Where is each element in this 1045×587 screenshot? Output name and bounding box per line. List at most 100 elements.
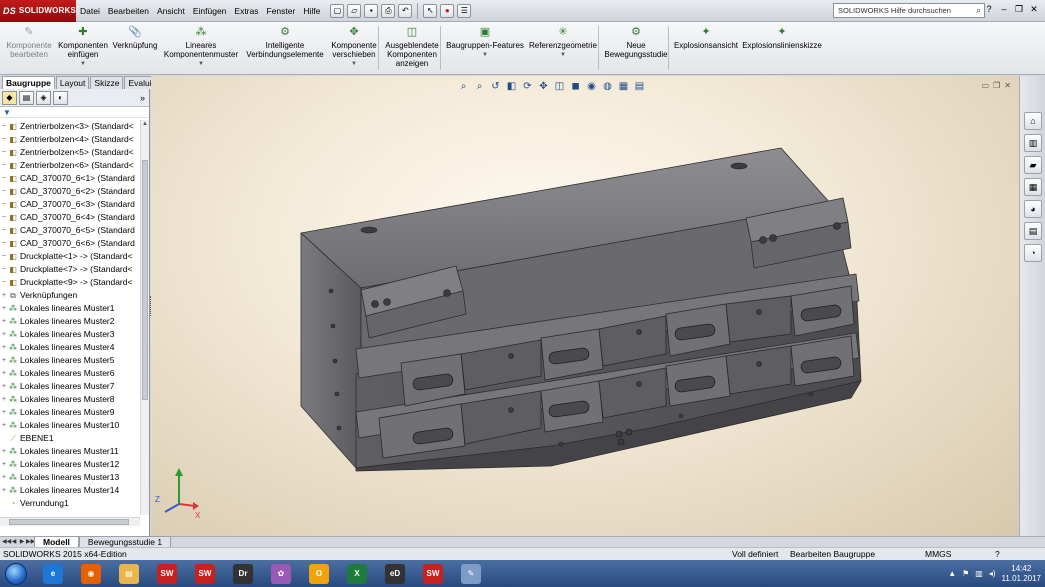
tab-modell[interactable]: Modell xyxy=(34,536,79,547)
tree-item[interactable]: − ◧ CAD_370070_6<3> (Standard xyxy=(0,198,140,211)
minimize-icon[interactable]: – xyxy=(999,4,1009,15)
taskbar-app-4[interactable]: SW xyxy=(188,561,222,586)
tree-item[interactable]: + ⁂ Lokales lineares Muster3 xyxy=(0,328,140,341)
clock[interactable]: 14:42 11.01.2017 xyxy=(1002,564,1041,584)
menu-einfuegen[interactable]: Einfügen xyxy=(189,0,231,22)
dropdown-arrow-icon[interactable]: ▼ xyxy=(198,60,204,69)
expand-icon[interactable]: + xyxy=(0,458,8,471)
options-icon[interactable]: ☰ xyxy=(457,3,472,18)
tab-layout[interactable]: Layout xyxy=(55,76,90,89)
appearances-icon[interactable]: ◕ xyxy=(1024,200,1042,218)
tree-item[interactable]: + ⁂ Lokales lineares Muster5 xyxy=(0,354,140,367)
tree-item[interactable]: + ⁂ Lokales lineares Muster4 xyxy=(0,341,140,354)
tree-item[interactable]: − ◧ Druckplatte<9> -> (Standard< xyxy=(0,276,140,289)
tree-item[interactable]: − ◧ CAD_370070_6<2> (Standard xyxy=(0,185,140,198)
tree-item[interactable]: + ⁂ Lokales lineares Muster9 xyxy=(0,406,140,419)
taskbar-app-2[interactable]: ▤ xyxy=(112,561,146,586)
expand-icon[interactable]: + xyxy=(0,315,8,328)
menu-datei[interactable]: Datei xyxy=(76,0,104,22)
tab-last-icon[interactable]: ▶▶ xyxy=(26,537,35,547)
scroll-up-icon[interactable]: ▲ xyxy=(141,120,149,129)
taskbar-app-0[interactable]: e xyxy=(36,561,70,586)
tab-bewegungsstudie[interactable]: Bewegungsstudie 1 xyxy=(78,536,172,547)
assembly-features-button[interactable]: ▣ Baugruppen-Features ▼ xyxy=(445,25,525,73)
tree-item[interactable]: + ⁂ Lokales lineares Muster10 xyxy=(0,419,140,432)
taskbar-app-6[interactable]: ✿ xyxy=(264,561,298,586)
rebuild-icon[interactable]: ● xyxy=(440,3,455,18)
menu-extras[interactable]: Extras xyxy=(230,0,262,22)
undo-icon[interactable]: ↶ xyxy=(398,3,413,18)
start-button[interactable] xyxy=(0,560,32,587)
open-folder-icon[interactable]: ▱ xyxy=(347,3,362,18)
tree-item[interactable]: + ⁂ Lokales lineares Muster8 xyxy=(0,393,140,406)
expand-icon[interactable]: + xyxy=(0,354,8,367)
tree-item[interactable]: − ◧ CAD_370070_6<4> (Standard xyxy=(0,211,140,224)
dropdown-arrow-icon[interactable]: ▼ xyxy=(80,60,86,69)
expand-icon[interactable]: + xyxy=(0,484,8,497)
tree-item[interactable]: ◔ Verrundung1 xyxy=(0,497,140,510)
menu-ansicht[interactable]: Ansicht xyxy=(153,0,189,22)
flag-icon[interactable]: ⚑ xyxy=(962,569,969,578)
taskbar-app-3[interactable]: SW xyxy=(150,561,184,586)
tab-skizze[interactable]: Skizze xyxy=(90,76,124,89)
help-question-icon[interactable]: ? xyxy=(984,4,994,15)
expand-icon[interactable]: + xyxy=(0,406,8,419)
menu-hilfe[interactable]: Hilfe xyxy=(299,0,324,22)
tree-item[interactable]: + ⁂ Lokales lineares Muster12 xyxy=(0,458,140,471)
expand-icon[interactable]: + xyxy=(0,471,8,484)
expand-icon[interactable]: + xyxy=(0,341,8,354)
assembly-model-3d[interactable] xyxy=(151,76,1019,536)
print-icon[interactable]: ⎙ xyxy=(381,3,396,18)
explode-line-sketch-button[interactable]: ✦ Explosionslinienskizze xyxy=(741,25,823,73)
tree-vertical-scrollbar[interactable]: ▲ xyxy=(140,120,149,515)
expand-icon[interactable]: + xyxy=(0,328,8,341)
tree-item[interactable]: − ◧ Zentrierbolzen<4> (Standard< xyxy=(0,133,140,146)
taskbar-app-8[interactable]: X xyxy=(340,561,374,586)
tree-item[interactable]: + ⁂ Lokales lineares Muster1 xyxy=(0,302,140,315)
linear-pattern-button[interactable]: ⁂ Lineares Komponentenmuster ▼ xyxy=(160,25,242,73)
dropdown-arrow-icon[interactable]: ▼ xyxy=(351,60,357,69)
configuration-manager-tab-icon[interactable]: ◈ xyxy=(36,91,51,105)
expand-icon[interactable]: + xyxy=(0,367,8,380)
view-palette-icon[interactable]: ▦ xyxy=(1024,178,1042,196)
restore-icon[interactable]: ❐ xyxy=(1014,4,1024,15)
taskbar-app-10[interactable]: SW xyxy=(416,561,450,586)
tree-item[interactable]: − ◧ Druckplatte<1> -> (Standard< xyxy=(0,250,140,263)
insert-components-button[interactable]: ✚ Komponenten einfügen ▼ xyxy=(56,25,110,73)
taskbar-app-9[interactable]: eD xyxy=(378,561,412,586)
expand-icon[interactable]: + xyxy=(0,445,8,458)
solidworks-forum-icon[interactable]: ◔ xyxy=(1024,244,1042,262)
custom-properties-icon[interactable]: ▤ xyxy=(1024,222,1042,240)
expand-icon[interactable]: + xyxy=(0,380,8,393)
expand-icon[interactable]: + xyxy=(0,302,8,315)
edit-component-button[interactable]: ✎ Komponente bearbeiten xyxy=(5,25,53,73)
volume-icon[interactable]: ◂) xyxy=(989,569,996,578)
expand-icon[interactable]: + xyxy=(0,419,8,432)
tree-item[interactable]: − ◧ Druckplatte<7> -> (Standard< xyxy=(0,263,140,276)
select-cursor-icon[interactable]: ↖ xyxy=(423,3,438,18)
dropdown-arrow-icon[interactable]: ▼ xyxy=(482,51,488,60)
tree-item[interactable]: ⟋ EBENE1 xyxy=(0,432,140,445)
network-icon[interactable]: ▥ xyxy=(975,569,983,578)
motion-study-button[interactable]: ⚙ Neue Bewegungsstudie xyxy=(603,25,669,73)
tab-first-icon[interactable]: ◀◀ xyxy=(2,537,11,547)
taskbar-app-7[interactable]: O xyxy=(302,561,336,586)
tray-arrow-icon[interactable]: ▲ xyxy=(948,569,956,578)
mate-button[interactable]: 📎 Verknüpfung xyxy=(112,25,158,73)
tree-item[interactable]: + ⁂ Lokales lineares Muster7 xyxy=(0,380,140,393)
design-library-icon[interactable]: ▥ xyxy=(1024,134,1042,152)
taskbar-app-1[interactable]: ◉ xyxy=(74,561,108,586)
dropdown-arrow-icon[interactable]: ▼ xyxy=(560,51,566,60)
tab-baugruppe[interactable]: Baugruppe xyxy=(2,76,55,89)
show-hidden-button[interactable]: ◫ Ausgeblendete Komponenten anzeigen xyxy=(382,25,442,73)
tab-prev-icon[interactable]: ◀ xyxy=(10,537,18,547)
tree-item[interactable]: − ◧ Zentrierbolzen<6> (Standard< xyxy=(0,159,140,172)
status-units[interactable]: MMGS xyxy=(925,548,951,560)
help-search-input[interactable]: SOLIDWORKS Hilfe durchsuchen ⌕ xyxy=(833,3,985,18)
move-component-button[interactable]: ✥ Komponente verschieben ▼ xyxy=(328,25,380,73)
tree-item[interactable]: − ◧ Zentrierbolzen<5> (Standard< xyxy=(0,146,140,159)
close-icon[interactable]: ✕ xyxy=(1029,4,1039,15)
tree-item[interactable]: + ⁂ Lokales lineares Muster2 xyxy=(0,315,140,328)
taskbar-app-11[interactable]: ✎ xyxy=(454,561,488,586)
file-explorer-icon[interactable]: ▰ xyxy=(1024,156,1042,174)
